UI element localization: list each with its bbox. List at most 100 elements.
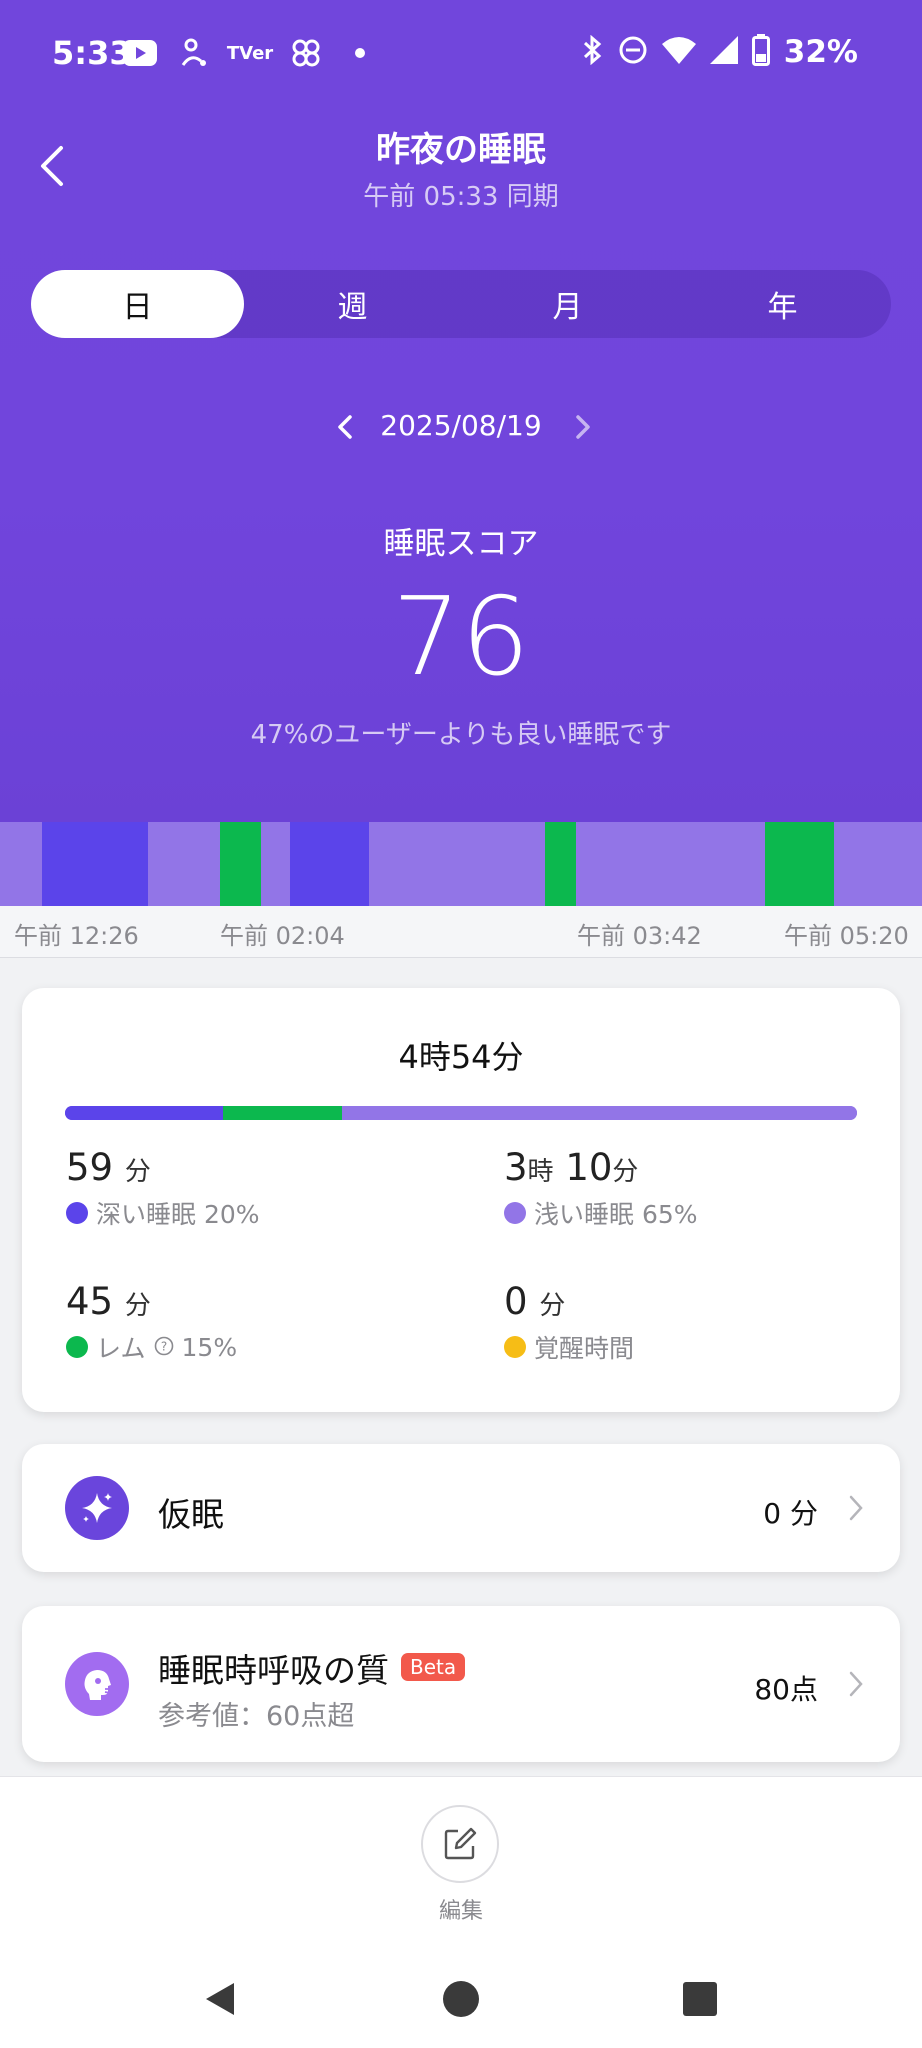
stage-proportion-bar [65,1106,857,1120]
rem-sleep-stat: 45 分 レム ? 15% [66,1280,237,1365]
deep-sleep-dot [66,1202,88,1224]
sleep-summary-card: 4時54分 59 分 深い睡眠 20% 3時 10分 浅い睡眠 65% 45 分… [22,988,900,1412]
battery-percent: 32% [783,34,858,70]
breathing-title: 睡眠時呼吸の質 Beta [158,1644,466,1692]
chevron-right-icon [844,1666,868,1702]
awake-minutes: 0 [504,1280,528,1323]
sleep-stage-chart[interactable] [0,822,922,906]
nav-back-button[interactable] [190,1969,250,2029]
youtube-icon [122,36,158,70]
sleep-segment-deep [42,822,149,906]
sleep-score-label: 睡眠スコア [383,526,539,562]
light-sleep-hours: 3 [504,1146,528,1189]
notification-icons: TVer [122,36,378,70]
chevron-right-icon [576,415,590,439]
time-tick: 午前 03:42 [577,922,702,950]
time-axis: 午前 12:26 午前 02:04 午前 03:42 午前 05:20 [0,906,922,958]
do-not-disturb-icon [618,35,648,69]
sleep-segment-light [834,822,922,906]
nap-value: 0 分 [763,1497,818,1530]
sleep-segment-rem [220,822,262,906]
nav-home-button[interactable] [431,1969,491,2029]
sleep-segment-light [148,822,221,906]
unit-minutes: 分 [124,1291,151,1321]
sleep-segment-rem [544,822,577,906]
breathing-value: 80点 [754,1673,818,1706]
sparkle-icon [65,1476,129,1540]
page-title: 昨夜の睡眠 [376,130,546,170]
period-tabs: 日 週 月 年 [31,270,891,338]
awake-label: 覚醒時間 [534,1334,635,1363]
battery-icon [751,34,770,70]
edit-button[interactable] [421,1805,499,1883]
breathing-face-icon [65,1652,129,1716]
unit-minutes: 分 [612,1157,639,1187]
rem-dot [66,1336,88,1358]
sleep-score-value: 76 [392,575,530,700]
recents-square-icon [683,1982,717,2016]
light-sleep-stat: 3時 10分 浅い睡眠 65% [504,1146,698,1231]
time-tick: 午前 12:26 [14,922,139,950]
date-navigator: 2025/08/19 [0,405,922,449]
wifi-icon [661,36,696,68]
tver-icon: TVer [226,42,274,64]
sync-time: 午前 05:33 同期 [363,182,559,212]
pinwheel-icon [288,36,324,70]
breathing-title-text: 睡眠時呼吸の質 [158,1651,389,1690]
tab-day[interactable]: 日 [31,270,244,338]
chevron-right-icon [844,1490,868,1526]
sleep-segment-light [576,822,766,906]
sleep-segment-deep [290,822,370,906]
question-circle-icon[interactable]: ? [154,1333,174,1362]
breathing-quality-card[interactable]: 睡眠時呼吸の質 Beta 参考値：60点超 80点 [22,1606,900,1762]
bottom-bar: 編集 [0,1776,922,2048]
next-date-button[interactable] [563,405,603,449]
breathing-reference: 参考値：60点超 [158,1701,355,1732]
back-triangle-icon [206,1983,234,2015]
tab-month[interactable]: 月 [461,270,674,338]
time-tick: 午前 02:04 [220,922,345,950]
unit-minutes: 分 [539,1291,566,1321]
bluetooth-icon [582,34,604,69]
unit-minutes: 分 [124,1157,151,1187]
light-sleep-minutes: 10 [565,1146,613,1189]
proportion-light [342,1106,857,1120]
total-sleep-time: 4時54分 [398,1038,524,1076]
rem-minutes: 45 [66,1280,114,1323]
status-time: 5:33 [52,34,132,72]
tab-week[interactable]: 週 [246,270,459,338]
status-right-icons: 32% [582,34,858,70]
proportion-rem [223,1106,343,1120]
svg-text:?: ? [160,1339,166,1353]
signal-icon [709,36,738,68]
proportion-deep [65,1106,224,1120]
unit-hours: 時 [527,1157,554,1187]
sleep-segment-light [260,822,291,906]
nav-recents-button[interactable] [670,1969,730,2029]
deep-sleep-stat: 59 分 深い睡眠 20% [66,1146,260,1231]
header-area: 5:33 TVer 32% 昨夜の睡眠 午前 05:33 同期 日 週 月 年 … [0,0,922,822]
light-sleep-dot [504,1202,526,1224]
deep-sleep-minutes: 59 [66,1146,114,1189]
edit-label: 編集 [438,1899,483,1924]
beta-badge: Beta [401,1652,466,1681]
sleep-segment-light [368,822,546,906]
nap-card[interactable]: 仮眠 0 分 [22,1444,900,1572]
status-bar: 5:33 TVer 32% [0,0,922,110]
rem-percent: 15% [181,1332,238,1362]
nap-title: 仮眠 [158,1495,224,1534]
more-dot-icon [342,36,378,70]
sleep-score-description: 47%のユーザーよりも良い睡眠です [250,720,672,750]
time-tick: 午前 05:20 [784,922,909,950]
rem-label: レム [96,1334,146,1363]
tab-year[interactable]: 年 [676,270,889,338]
edit-icon [444,1827,477,1860]
awake-stat: 0 分 覚醒時間 [504,1280,634,1365]
awake-dot [504,1336,526,1358]
sleep-segment-light [0,822,43,906]
deep-sleep-label: 深い睡眠 20% [96,1200,260,1229]
home-circle-icon [443,1981,479,2017]
date-label: 2025/08/19 [380,409,542,442]
sleep-segment-rem [765,822,835,906]
light-sleep-label: 浅い睡眠 65% [534,1200,698,1229]
